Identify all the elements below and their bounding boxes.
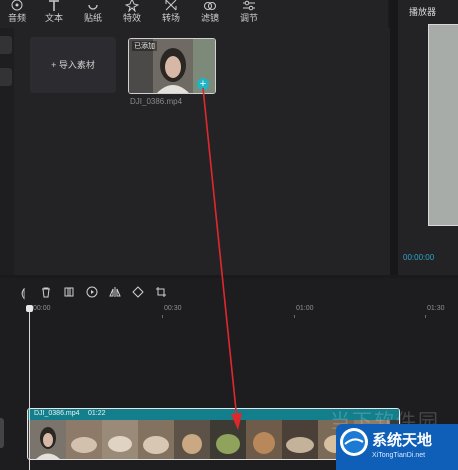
plus-icon: + <box>199 78 207 90</box>
toolbar-transition-label: 转场 <box>161 13 180 23</box>
rotate-icon[interactable] <box>131 286 145 300</box>
toolbar-sticker-label: 贴纸 <box>83 13 102 23</box>
track-frame <box>30 420 66 459</box>
playhead-handle[interactable] <box>26 305 33 312</box>
track-frame <box>174 420 210 459</box>
effects-icon <box>115 0 149 13</box>
watermark-logo: 系统天地 XiTongTianDi.net <box>336 424 458 470</box>
toolbar-transition[interactable]: 转场 <box>154 0 188 28</box>
panel-divider[interactable] <box>390 0 398 275</box>
left-sidebar <box>0 28 14 275</box>
ruler-tick-label: 00:00 <box>33 305 51 312</box>
sidebar-tab-2[interactable] <box>0 68 12 86</box>
toolbar-filter[interactable]: 滤镜 <box>193 0 227 28</box>
sticker-icon <box>76 0 110 12</box>
top-toolbar: 音频 文本 贴纸 特效 转场 滤镜 调节 <box>0 0 388 28</box>
add-to-timeline-button[interactable]: + <box>197 78 209 90</box>
audio-icon <box>0 0 34 12</box>
added-badge: 已添加 <box>132 41 157 51</box>
player-title: 播放器 <box>409 7 437 17</box>
sidebar-tab-1[interactable] <box>0 36 12 54</box>
toolbar-sticker[interactable]: 贴纸 <box>76 0 110 28</box>
track-lock-toggle[interactable] <box>0 418 4 448</box>
playhead-line[interactable] <box>29 306 30 470</box>
track-frame <box>138 420 174 459</box>
delete-icon[interactable] <box>39 286 53 300</box>
globe-icon <box>340 428 368 456</box>
plus-icon: + <box>51 60 59 70</box>
ruler-tick-label: 01:30 <box>427 305 445 312</box>
ruler-tick-label: 01:00 <box>296 305 314 312</box>
track-frame <box>210 420 246 459</box>
transition-icon <box>154 0 188 12</box>
toolbar-audio-label: 音频 <box>7 13 26 23</box>
toolbar-effects-label: 特效 <box>122 13 141 23</box>
ruler-tick <box>294 315 295 318</box>
reverse-icon[interactable] <box>85 286 99 300</box>
import-media-button[interactable]: + 导入素材 <box>30 37 116 93</box>
track-frame <box>66 420 102 459</box>
track-frame <box>102 420 138 459</box>
import-media-text: 导入素材 <box>58 60 95 70</box>
track-clip-duration: 01:22 <box>88 410 106 417</box>
track-clip-name: DJI_0386.mp4 <box>34 410 80 417</box>
toolbar-filter-label: 滤镜 <box>200 13 219 23</box>
timeline-ruler[interactable] <box>0 304 458 318</box>
filter-icon <box>193 0 227 12</box>
track-frame <box>282 420 318 459</box>
text-icon <box>37 0 71 12</box>
crop-icon[interactable] <box>154 286 168 300</box>
import-media-label: + 导入素材 <box>30 58 116 71</box>
adjust-icon <box>232 0 266 12</box>
ruler-tick <box>425 315 426 318</box>
mirror-icon[interactable] <box>108 286 122 300</box>
split-icon[interactable]: ⟬ <box>16 286 30 300</box>
ruler-tick <box>162 315 163 318</box>
toolbar-audio[interactable]: 音频 <box>0 0 34 28</box>
toolbar-text[interactable]: 文本 <box>37 0 71 28</box>
watermark-brand: 系统天地 <box>372 432 433 449</box>
player-current-time: 00:00:00 <box>403 253 435 262</box>
watermark-url: XiTongTianDi.net <box>372 452 426 459</box>
track-frame <box>246 420 282 459</box>
player-video-preview[interactable] <box>428 24 458 226</box>
toolbar-adjust[interactable]: 调节 <box>232 0 266 28</box>
toolbar-adjust-label: 调节 <box>239 13 258 23</box>
ruler-tick-label: 00:30 <box>164 305 182 312</box>
clip-filename: DJI_0386.mp4 <box>130 97 183 106</box>
freeze-frame-icon[interactable] <box>62 286 76 300</box>
toolbar-text-label: 文本 <box>44 13 63 23</box>
toolbar-effects[interactable]: 特效 <box>115 0 149 28</box>
